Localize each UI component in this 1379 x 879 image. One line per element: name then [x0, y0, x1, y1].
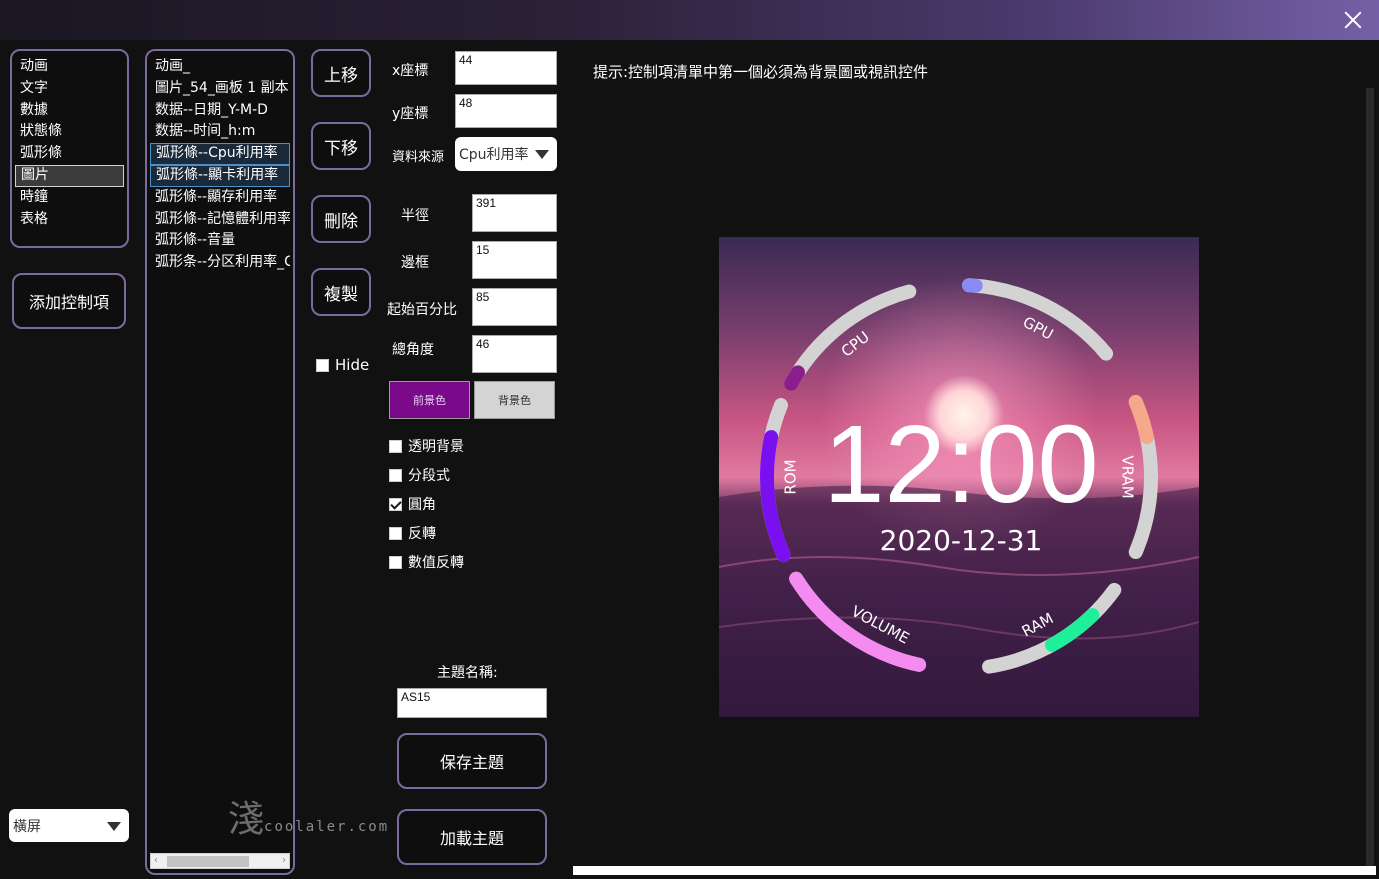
- x-input[interactable]: 44: [455, 51, 557, 85]
- hide-checkbox-box[interactable]: [316, 358, 329, 372]
- option-checkbox[interactable]: 數值反轉: [389, 552, 464, 572]
- hint-text: 提示:控制項清單中第一個必須為背景圖或視訊控件: [593, 63, 929, 81]
- clock-date: 2020-12-31: [880, 524, 1043, 557]
- chevron-down-icon: [535, 150, 549, 159]
- option-label: 圓角: [408, 497, 436, 513]
- horizontal-scrollbar[interactable]: ‹ ›: [150, 853, 290, 869]
- orientation-select-value: 橫屏: [13, 818, 41, 835]
- x-label: x座標: [392, 63, 429, 79]
- move-down-button[interactable]: 下移: [311, 122, 371, 170]
- checkbox-icon[interactable]: [389, 555, 402, 569]
- control-type-list[interactable]: 动画 文字 數據 狀態條 弧形條 圖片 時鐘 表格: [10, 49, 129, 248]
- total-angle-label: 總角度: [392, 342, 434, 358]
- foreground-color-button[interactable]: 前景色: [389, 381, 470, 419]
- border-label: 邊框: [401, 255, 429, 271]
- control-type-item[interactable]: 文字: [15, 78, 124, 100]
- clock-time: 12:00: [823, 403, 1098, 526]
- start-percent-label: 起始百分比: [387, 302, 457, 318]
- close-icon[interactable]: [1341, 8, 1365, 32]
- save-theme-button[interactable]: 保存主題: [397, 733, 547, 789]
- control-type-item[interactable]: 狀態條: [15, 121, 124, 143]
- preview-svg: CPU GPUVRAMRAMVOLUMEROM 12:00 2020-12-31: [719, 237, 1199, 717]
- scrollbar-thumb[interactable]: [167, 856, 249, 867]
- control-list-item[interactable]: 弧形條--顯存利用率: [150, 187, 290, 209]
- delete-button[interactable]: 刪除: [311, 195, 371, 243]
- control-list-item[interactable]: 弧形条--分区利用率_C: [150, 252, 290, 274]
- background-color-label: 背景色: [498, 394, 531, 407]
- title-bar: [0, 0, 1379, 40]
- option-checkbox[interactable]: 反轉: [389, 523, 436, 543]
- hide-checkbox[interactable]: Hide: [316, 356, 369, 374]
- control-type-item[interactable]: 數據: [15, 100, 124, 122]
- add-control-button[interactable]: 添加控制項: [12, 273, 126, 329]
- control-type-item[interactable]: 表格: [15, 209, 124, 231]
- checkbox-icon[interactable]: [389, 439, 402, 453]
- theme-name-input[interactable]: AS15: [397, 688, 547, 718]
- option-label: 透明背景: [408, 439, 464, 455]
- gauge-label: ROM: [782, 459, 800, 494]
- y-label: y座標: [392, 106, 429, 122]
- option-label: 數值反轉: [408, 555, 464, 571]
- option-checkbox[interactable]: 透明背景: [389, 436, 464, 456]
- control-list-item[interactable]: 弧形條--音量: [150, 230, 290, 252]
- control-list-item[interactable]: 弧形條--記憶體利用率: [150, 209, 290, 231]
- background-color-button[interactable]: 背景色: [474, 381, 555, 419]
- option-checkbox[interactable]: 圓角: [389, 494, 436, 514]
- scroll-left-icon[interactable]: ‹: [154, 854, 158, 868]
- gauge-label: VRAM: [1119, 455, 1137, 498]
- hide-label: Hide: [335, 356, 370, 374]
- horizontal-scrollbar-bottom[interactable]: [573, 866, 1376, 875]
- control-list-item[interactable]: 动画_: [150, 56, 290, 78]
- chevron-down-icon: [107, 821, 121, 831]
- watermark-text: coolaler.com: [264, 819, 390, 835]
- scroll-right-icon[interactable]: ›: [282, 854, 286, 868]
- theme-name-label: 主題名稱:: [437, 665, 498, 681]
- control-list-item[interactable]: 弧形條--顯卡利用率: [150, 164, 290, 187]
- border-input[interactable]: 15: [472, 241, 557, 279]
- move-up-button[interactable]: 上移: [311, 49, 371, 97]
- radius-input[interactable]: 391: [472, 194, 557, 232]
- option-label: 分段式: [408, 468, 450, 484]
- source-label: 資料來源: [392, 150, 445, 165]
- watermark-logo-icon: 淺: [228, 799, 265, 840]
- copy-button[interactable]: 複製: [311, 268, 371, 316]
- control-list[interactable]: 动画_ 圖片_54_画板 1 副本 3 数据--日期_Y-M-D 数据--时间_h:m…: [145, 49, 295, 875]
- source-select-value: Cpu利用率: [459, 147, 529, 163]
- theme-preview[interactable]: CPU GPU VRAM RAM VOLUME ROM 12:00 2020-12-31: [719, 237, 1199, 717]
- source-select[interactable]: Cpu利用率: [455, 137, 557, 171]
- checkbox-checked-icon[interactable]: [389, 497, 402, 511]
- control-list-item[interactable]: 弧形條--Cpu利用率: [150, 143, 290, 165]
- radius-label: 半徑: [401, 208, 429, 224]
- control-type-item[interactable]: 动画: [15, 56, 124, 78]
- option-checkbox[interactable]: 分段式: [389, 465, 450, 485]
- control-type-item[interactable]: 弧形條: [15, 143, 124, 165]
- control-list-item[interactable]: 圖片_54_画板 1 副本 3: [150, 78, 290, 100]
- orientation-select[interactable]: 橫屏: [9, 809, 129, 842]
- checkbox-icon[interactable]: [389, 526, 402, 540]
- vertical-scrollbar[interactable]: [1366, 88, 1374, 866]
- start-percent-input[interactable]: 85: [472, 288, 557, 326]
- control-list-item[interactable]: 数据--时间_h:m: [150, 121, 290, 143]
- load-theme-button[interactable]: 加載主題: [397, 809, 547, 865]
- foreground-color-label: 前景色: [413, 394, 446, 407]
- watermark: 淺coolaler.com: [228, 790, 389, 842]
- control-list-item[interactable]: 数据--日期_Y-M-D: [150, 100, 290, 122]
- checkbox-icon[interactable]: [389, 468, 402, 482]
- control-type-item[interactable]: 時鐘: [15, 187, 124, 209]
- option-label: 反轉: [408, 526, 436, 542]
- control-type-item[interactable]: 圖片: [15, 164, 124, 187]
- y-input[interactable]: 48: [455, 94, 557, 128]
- gauge-fill: [784, 365, 805, 391]
- total-angle-input[interactable]: 46: [472, 335, 557, 373]
